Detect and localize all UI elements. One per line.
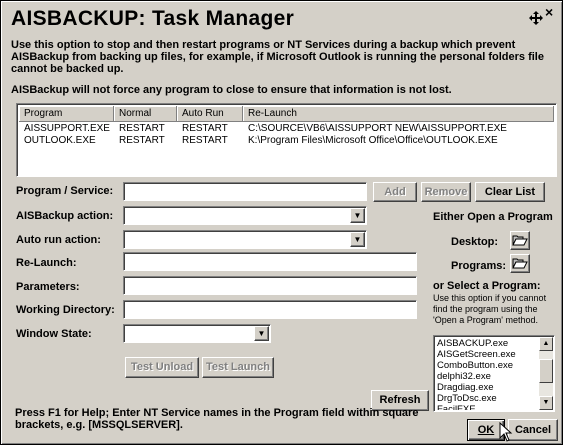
cancel-label: Cancel (514, 424, 552, 436)
program-input[interactable] (123, 182, 367, 201)
refresh-label: Refresh (379, 394, 421, 406)
ok-label: OK (477, 424, 495, 436)
task-list[interactable]: Program Normal Auto Run Re-Launch AISSUP… (16, 103, 557, 177)
cell-auto-run: RESTART (182, 123, 228, 134)
close-icon[interactable]: × (545, 5, 553, 19)
folder-open-icon (512, 235, 528, 246)
desktop-folder-button[interactable] (510, 231, 530, 250)
clear-list-label: Clear List (484, 186, 536, 198)
help-text: Press F1 for Help; Enter NT Service name… (15, 407, 419, 431)
column-header-program[interactable]: Program (19, 106, 114, 122)
programs-label: Programs: (451, 260, 507, 272)
add-label: Add (384, 186, 406, 198)
test-unload-button[interactable]: Test Unload (125, 357, 199, 378)
scroll-down-icon[interactable]: ▼ (539, 396, 553, 410)
either-open-heading: Either Open a Program (433, 211, 553, 223)
relaunch-label: Re-Launch: (16, 257, 77, 269)
table-row[interactable]: OUTLOOK.EXE RESTART RESTART K:\Program F… (19, 135, 554, 147)
window-state-select[interactable]: ▼ (123, 324, 271, 343)
working-directory-input[interactable] (123, 300, 417, 319)
cell-relaunch: C:\SOURCE\VB6\AISSUPPORT NEW\AISSUPPORT.… (248, 123, 507, 134)
list-item[interactable]: AISBACKUP.exe (437, 338, 516, 349)
column-header-auto-run[interactable]: Auto Run (177, 106, 243, 122)
task-list-header: Program Normal Auto Run Re-Launch (19, 106, 554, 122)
cell-normal: RESTART (119, 135, 165, 146)
add-button[interactable]: Add (373, 182, 417, 202)
auto-run-action-label: Auto run action: (16, 234, 101, 246)
program-label: Program / Service: (16, 185, 114, 197)
working-directory-label: Working Directory: (16, 304, 115, 316)
column-header-relaunch[interactable]: Re-Launch (243, 106, 554, 122)
window-title: AISBACKUP: Task Manager (11, 7, 295, 30)
test-unload-label: Test Unload (130, 361, 194, 373)
relaunch-input[interactable] (123, 252, 417, 271)
chevron-down-icon[interactable]: ▼ (254, 326, 269, 341)
warning-text: AISBackup will not force any program to … (11, 84, 452, 96)
remove-button[interactable]: Remove (421, 182, 471, 202)
folder-open-icon (512, 258, 528, 269)
aisbackup-action-select[interactable]: ▼ (123, 206, 367, 225)
mouse-pointer-icon (499, 422, 513, 442)
remove-label: Remove (424, 186, 468, 198)
auto-run-action-select[interactable]: ▼ (123, 230, 367, 249)
cell-auto-run: RESTART (182, 135, 228, 146)
clear-list-button[interactable]: Clear List (475, 182, 545, 202)
list-item[interactable]: Dragdiag.exe (437, 382, 516, 393)
test-launch-button[interactable]: Test Launch (202, 357, 274, 378)
listbox-scrollbar[interactable]: ▲ ▼ (539, 337, 553, 410)
column-header-normal[interactable]: Normal (114, 106, 177, 122)
list-item[interactable]: AISGetScreen.exe (437, 349, 516, 360)
cell-program: AISSUPPORT.EXE (24, 123, 110, 134)
cell-normal: RESTART (119, 123, 165, 134)
list-item[interactable]: DrgToDsc.exe (437, 393, 516, 404)
cell-program: OUTLOOK.EXE (24, 135, 96, 146)
move-icon[interactable] (529, 11, 543, 25)
description-text: Use this option to stop and then restart… (11, 39, 544, 75)
window-state-label: Window State: (16, 328, 92, 340)
chevron-down-icon[interactable]: ▼ (350, 232, 365, 247)
cancel-button[interactable]: Cancel (508, 419, 558, 441)
select-program-note: Use this option if you cannot find the p… (433, 293, 547, 325)
desktop-label: Desktop: (451, 236, 499, 248)
list-item[interactable]: ComboButton.exe (437, 360, 516, 371)
task-manager-window: AISBACKUP: Task Manager × Use this optio… (0, 0, 563, 445)
or-select-heading: or Select a Program: (433, 280, 541, 292)
scroll-up-icon[interactable]: ▲ (539, 337, 553, 351)
cell-relaunch: K:\Program Files\Microsoft Office\Office… (248, 135, 498, 146)
parameters-input[interactable] (123, 276, 417, 295)
parameters-label: Parameters: (16, 281, 80, 293)
aisbackup-action-label: AISBackup action: (16, 210, 114, 222)
scroll-thumb[interactable] (539, 359, 553, 383)
chevron-down-icon[interactable]: ▼ (350, 208, 365, 223)
list-item[interactable]: delphi32.exe (437, 371, 516, 382)
list-item[interactable]: FacilFXE (437, 404, 516, 410)
table-row[interactable]: AISSUPPORT.EXE RESTART RESTART C:\SOURCE… (19, 123, 554, 135)
programs-folder-button[interactable] (510, 254, 530, 273)
test-launch-label: Test Launch (206, 361, 270, 373)
program-listbox[interactable]: AISBACKUP.exe AISGetScreen.exe ComboButt… (433, 335, 555, 412)
